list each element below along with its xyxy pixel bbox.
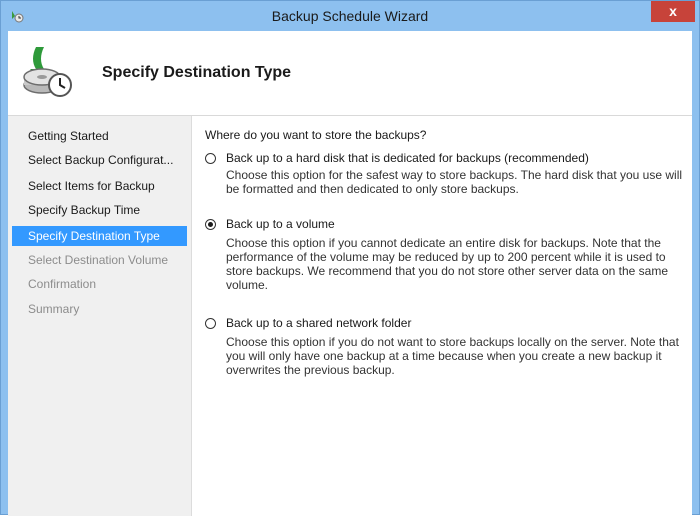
nav-item-specify-destination-type[interactable]: Specify Destination Type	[12, 226, 187, 246]
wizard-header: Specify Destination Type	[8, 31, 692, 116]
nav-item-summary: Summary	[28, 302, 80, 316]
option-dedicated-disk-description: Choose this option for the safest way to…	[226, 168, 683, 196]
wizard-window: Backup Schedule Wizard x Specify Destina…	[0, 0, 700, 516]
radio-volume[interactable]	[205, 219, 216, 230]
backup-disk-clock-icon	[23, 47, 72, 97]
option-network-folder-label[interactable]: Back up to a shared network folder	[226, 316, 411, 330]
wizard-step-nav: Getting Started Select Backup Configurat…	[8, 116, 192, 516]
close-button[interactable]: x	[651, 1, 695, 22]
option-dedicated-disk-label[interactable]: Back up to a hard disk that is dedicated…	[226, 151, 589, 165]
nav-item-specify-backup-time[interactable]: Specify Backup Time	[12, 200, 187, 220]
option-network-folder-description: Choose this option if you do not want to…	[226, 335, 679, 377]
radio-dedicated-disk[interactable]	[205, 153, 216, 164]
nav-item-select-backup-configuration[interactable]: Select Backup Configurat...	[12, 150, 187, 170]
title-bar[interactable]: Backup Schedule Wizard x	[1, 1, 699, 31]
nav-item-select-items-for-backup[interactable]: Select Items for Backup	[12, 176, 187, 196]
window-title: Backup Schedule Wizard	[271, 8, 429, 24]
wizard-client-area: Specify Destination Type Getting Started…	[8, 31, 692, 516]
page-title: Specify Destination Type	[102, 64, 292, 81]
option-volume-description: Choose this option if you cannot dedicat…	[226, 236, 669, 292]
nav-item-confirmation: Confirmation	[28, 277, 97, 291]
wizard-content: Where do you want to store the backups? …	[192, 116, 692, 516]
radio-network-folder[interactable]	[205, 318, 216, 329]
nav-item-select-destination-volume: Select Destination Volume	[28, 253, 169, 267]
storage-question: Where do you want to store the backups?	[205, 128, 427, 142]
option-volume-label[interactable]: Back up to a volume	[226, 217, 335, 231]
nav-item-getting-started[interactable]: Getting Started	[12, 126, 187, 146]
